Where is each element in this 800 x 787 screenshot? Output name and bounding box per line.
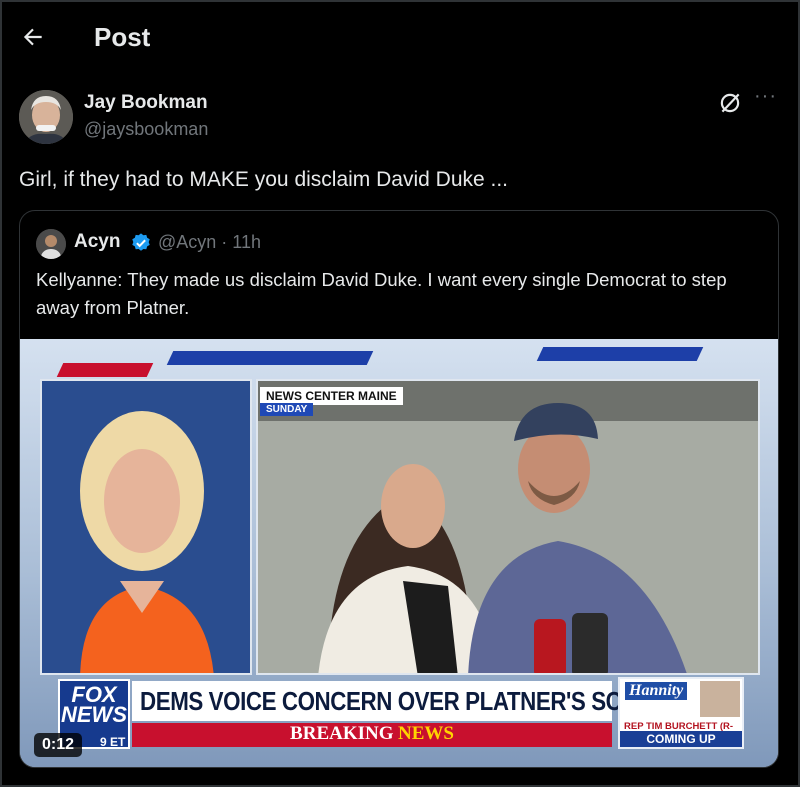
- page-title: Post: [94, 22, 151, 52]
- headline-chyron: DEMS VOICE CONCERN OVER PLATNER'S SCANDA…: [132, 681, 712, 721]
- host-video-pane: [40, 379, 252, 675]
- quote-author-handle[interactable]: @Acyn · 11h: [158, 232, 261, 253]
- grok-icon[interactable]: [717, 90, 743, 116]
- graphic-stripe: [56, 363, 154, 377]
- quoted-post[interactable]: Acyn @Acyn · 11h Kellyanne: They made us…: [19, 210, 779, 768]
- news-label: NEWS: [397, 723, 454, 744]
- time-zone-label: 9 ET: [100, 735, 126, 749]
- post-header: Post: [0, 0, 800, 76]
- quote-avatar[interactable]: [36, 229, 66, 259]
- author-handle[interactable]: @jaysbookman: [84, 119, 208, 140]
- guests-video-pane: NEWS CENTER MAINE SUNDAY: [256, 379, 760, 675]
- author-name[interactable]: Jay Bookman: [84, 92, 208, 114]
- more-options-icon[interactable]: ···: [754, 86, 782, 110]
- post-text: Girl, if they had to MAKE you disclaim D…: [19, 168, 509, 191]
- verified-badge-icon: [132, 233, 150, 251]
- graphic-stripe: [536, 347, 704, 361]
- coming-up-label: COMING UP: [620, 731, 742, 747]
- quote-text: Kellyanne: They made us disclaim David D…: [36, 269, 727, 318]
- coming-up-promo: Hannity REP TIM BURCHETT (R-TN) COMING U…: [618, 677, 744, 749]
- author-avatar[interactable]: [19, 90, 73, 144]
- breaking-news-bar: BREAKING NEWS: [132, 723, 612, 747]
- graphic-stripe: [166, 351, 374, 365]
- show-logo: Hannity: [624, 681, 689, 701]
- back-arrow-icon[interactable]: [20, 24, 46, 50]
- video-timecode: 0:12: [34, 733, 83, 757]
- breaking-label: BREAKING: [290, 723, 394, 744]
- embedded-video[interactable]: NEWS CENTER MAINE SUNDAY FOX NEWS DEMS V…: [20, 339, 778, 767]
- station-sublabel: SUNDAY: [260, 403, 314, 416]
- quote-author-name[interactable]: Acyn: [74, 231, 120, 253]
- guest-thumbnail: [700, 681, 740, 717]
